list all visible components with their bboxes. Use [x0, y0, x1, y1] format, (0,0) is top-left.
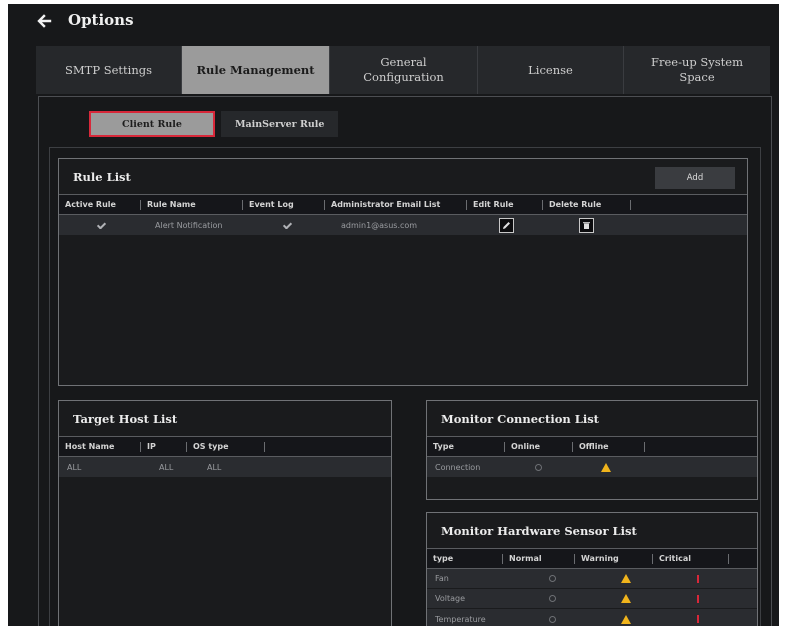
delete-rule-cell: [543, 217, 631, 233]
online-status-cell: [527, 463, 593, 471]
monitor-hardware-sensor-list-title: Monitor Hardware Sensor List: [427, 513, 757, 549]
back-arrow-icon[interactable]: [36, 13, 52, 29]
column-header[interactable]: Normal: [503, 553, 575, 564]
active-rule-checkbox[interactable]: [59, 221, 141, 229]
checkmark-icon: [97, 221, 105, 229]
column-header[interactable]: IP: [141, 441, 187, 452]
warning-cell: [613, 594, 689, 603]
checkmark-icon: [283, 221, 291, 229]
critical-icon: [697, 594, 699, 603]
target-host-header: Host Name IP OS type: [59, 437, 391, 457]
normal-status-icon: [535, 463, 542, 471]
column-header[interactable]: Host Name: [59, 441, 141, 452]
normal-cell: [541, 615, 613, 623]
client-rule-tab[interactable]: Client Rule: [89, 111, 215, 137]
rule-name: Alert Notification: [155, 220, 223, 230]
options-window: Options SMTP Settings Rule Management Ge…: [8, 4, 779, 626]
critical-cell: [689, 574, 729, 583]
sensor-type: Fan: [435, 574, 449, 583]
column-header[interactable]: Administrator Email List: [325, 199, 467, 210]
table-row[interactable]: Voltage: [427, 589, 757, 609]
table-row[interactable]: Temperature: [427, 609, 757, 626]
sensor-type: Temperature: [435, 614, 486, 624]
column-header[interactable]: Rule Name: [141, 199, 243, 210]
column-header[interactable]: Event Log: [243, 199, 325, 210]
critical-cell: [689, 594, 729, 603]
column-header[interactable]: Type: [427, 441, 505, 452]
monitor-connection-list-title: Monitor Connection List: [427, 401, 757, 437]
tab-rule-management[interactable]: Rule Management: [182, 46, 330, 94]
normal-cell: [541, 595, 613, 602]
column-header[interactable]: Delete Rule: [543, 199, 631, 210]
mainserver-rule-tab[interactable]: MainServer Rule: [221, 111, 339, 137]
rule-subtabs: Client Rule MainServer Rule: [89, 111, 339, 137]
rule-content-frame: Rule List Add Active Rule Rule Name Even…: [49, 147, 761, 626]
monitor-connection-list-panel: Monitor Connection List Type Online Offl…: [426, 400, 758, 500]
warning-icon: [601, 462, 611, 472]
page-title: Options: [68, 11, 134, 29]
column-header[interactable]: Active Rule: [59, 199, 141, 210]
top-bar: Options: [8, 4, 779, 40]
column-header[interactable]: Offline: [573, 441, 645, 452]
tab-license[interactable]: License: [478, 46, 624, 94]
rule-management-content: Client Rule MainServer Rule Rule List Ad…: [38, 96, 772, 626]
host-name: ALL: [67, 462, 82, 472]
warning-icon: [621, 574, 631, 583]
rule-list-title: Rule List: [59, 159, 747, 195]
hardware-sensor-header: type Normal Warning Critical: [427, 549, 757, 569]
column-header[interactable]: Edit Rule: [467, 199, 543, 210]
column-header[interactable]: Critical: [653, 553, 729, 564]
critical-icon: [697, 574, 699, 583]
offline-status-cell: [593, 462, 653, 472]
connection-type: Connection: [435, 462, 481, 472]
table-row[interactable]: ALL ALL ALL: [59, 457, 391, 477]
warning-icon: [621, 614, 631, 624]
column-header[interactable]: type: [427, 553, 503, 564]
edit-rule-cell: [467, 217, 543, 233]
target-host-list-panel: Target Host List Host Name IP OS type AL…: [58, 400, 392, 626]
rule-list-header: Active Rule Rule Name Event Log Administ…: [59, 195, 747, 215]
administrator-email: admin1@asus.com: [341, 220, 418, 230]
warning-cell: [613, 614, 689, 624]
tab-smtp-settings[interactable]: SMTP Settings: [36, 46, 182, 94]
rule-list-panel: Rule List Add Active Rule Rule Name Even…: [58, 158, 748, 386]
options-tabs: SMTP Settings Rule Management General Co…: [36, 46, 770, 94]
sensor-type: Voltage: [435, 594, 466, 603]
target-host-list-title: Target Host List: [59, 401, 391, 437]
host-ip: ALL: [159, 462, 174, 472]
add-rule-button[interactable]: Add: [655, 167, 735, 189]
critical-icon: [697, 615, 699, 623]
table-row[interactable]: Alert Notification admin1@asus.com: [59, 215, 747, 235]
tab-general-configuration[interactable]: General Configuration: [330, 46, 478, 94]
pencil-icon: [503, 221, 510, 229]
normal-status-icon: [549, 595, 556, 602]
monitor-connection-header: Type Online Offline: [427, 437, 757, 457]
critical-cell: [689, 615, 729, 623]
host-os-type: ALL: [207, 462, 222, 472]
trash-icon: [583, 221, 590, 229]
warning-icon: [621, 594, 631, 603]
edit-rule-button[interactable]: [499, 217, 514, 233]
normal-status-icon: [549, 575, 556, 582]
normal-status-icon: [549, 615, 556, 623]
column-header[interactable]: Online: [505, 441, 573, 452]
column-header[interactable]: Warning: [575, 553, 653, 564]
tab-free-up-system-space[interactable]: Free-up System Space: [624, 46, 770, 94]
table-row[interactable]: Connection: [427, 457, 757, 477]
monitor-hardware-sensor-list-panel: Monitor Hardware Sensor List type Normal…: [426, 512, 758, 626]
delete-rule-button[interactable]: [579, 217, 594, 233]
column-header[interactable]: OS type: [187, 441, 265, 452]
normal-cell: [541, 575, 613, 582]
warning-cell: [613, 574, 689, 583]
event-log-checkbox[interactable]: [243, 221, 325, 229]
table-row[interactable]: Fan: [427, 569, 757, 589]
